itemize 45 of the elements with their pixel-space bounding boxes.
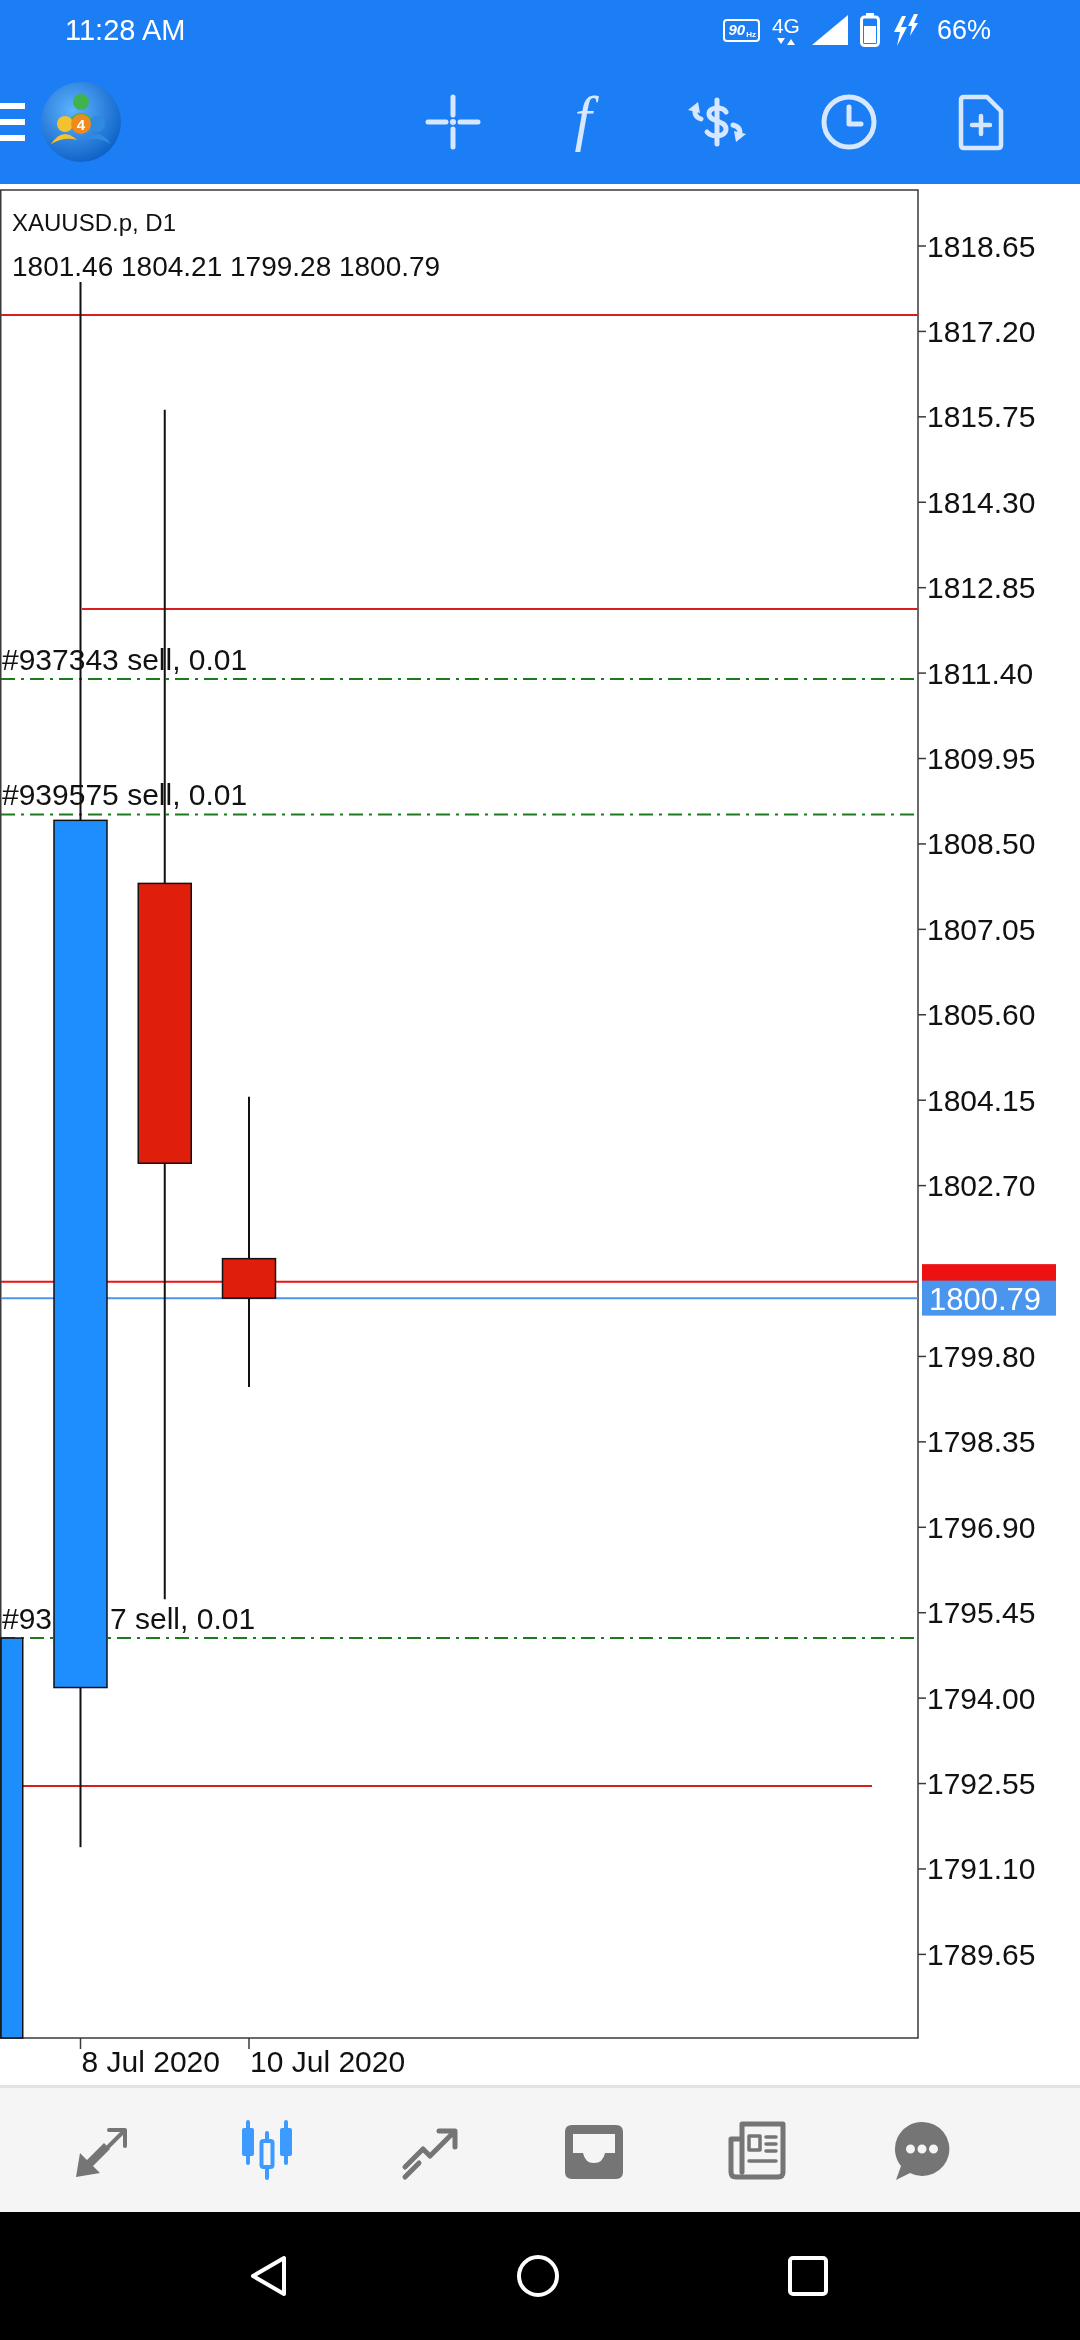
network-type: 4G	[771, 15, 800, 36]
date-axis-label: 10 Jul 2020	[250, 2045, 406, 2078]
order-label: #93	[2, 1602, 53, 1636]
price-axis-label: 1805.60	[927, 998, 1036, 1032]
price-axis-label: 1809.95	[927, 742, 1036, 775]
app-logo[interactable]: 4	[41, 82, 121, 162]
battery-icon	[859, 13, 880, 47]
refresh-rate-value: 90	[728, 22, 746, 37]
price-axis-label: 1792.55	[927, 1767, 1036, 1801]
price-axis-label: 1796.90	[927, 1510, 1036, 1544]
data-activity-icon	[776, 38, 795, 45]
price-axis-label: 1799.80	[927, 1339, 1036, 1373]
price-axis-label: 1804.15	[927, 1083, 1036, 1117]
price-axis-label: 1812.85	[927, 571, 1036, 605]
symbol-label: XAUUSD.p, D1	[12, 209, 177, 236]
crosshair-icon[interactable]	[425, 94, 481, 150]
signal-icon	[811, 15, 848, 45]
price-axis-label: 1802.70	[927, 1169, 1036, 1203]
battery-percent: 66%	[936, 16, 991, 44]
document-plus-icon[interactable]	[958, 93, 1004, 151]
price-axis-label: 1789.65	[927, 1937, 1036, 1971]
price-axis-label: 1814.30	[927, 485, 1036, 519]
price-axis-label: 1798.35	[927, 1425, 1036, 1459]
price-axis-label: 1815.75	[927, 400, 1036, 434]
order-label: 7 sell, 0.01	[110, 1602, 256, 1636]
function-button[interactable]: f	[564, 87, 606, 157]
price-axis-label: 1808.50	[927, 827, 1036, 861]
price-axis-label: 1791.10	[927, 1852, 1036, 1886]
status-time: 11:28 AM	[65, 15, 186, 45]
price-axis-label: 1817.20	[927, 314, 1036, 348]
date-axis-label: 8 Jul 2020	[81, 2045, 220, 2078]
charging-icon	[891, 14, 920, 46]
price-axis-label: 1795.45	[927, 1596, 1036, 1630]
menu-icon[interactable]	[0, 103, 25, 141]
price-tag: 1800.79	[922, 1280, 1056, 1317]
ohlc-values: 1801.46 1804.21 1799.28 1800.79	[12, 251, 441, 282]
price-axis-label: 1811.40	[927, 656, 1034, 690]
clock-icon[interactable]	[821, 94, 877, 150]
price-axis-label: 1818.65	[927, 229, 1036, 263]
newspaper-icon[interactable]	[726, 2119, 789, 2181]
home-icon[interactable]	[516, 2254, 560, 2298]
price-axis-label: 1807.05	[927, 912, 1036, 946]
price-axis-label: 1794.00	[927, 1681, 1036, 1715]
recent-apps-icon[interactable]	[786, 2254, 830, 2298]
refresh-rate-unit: Hz	[746, 30, 756, 39]
